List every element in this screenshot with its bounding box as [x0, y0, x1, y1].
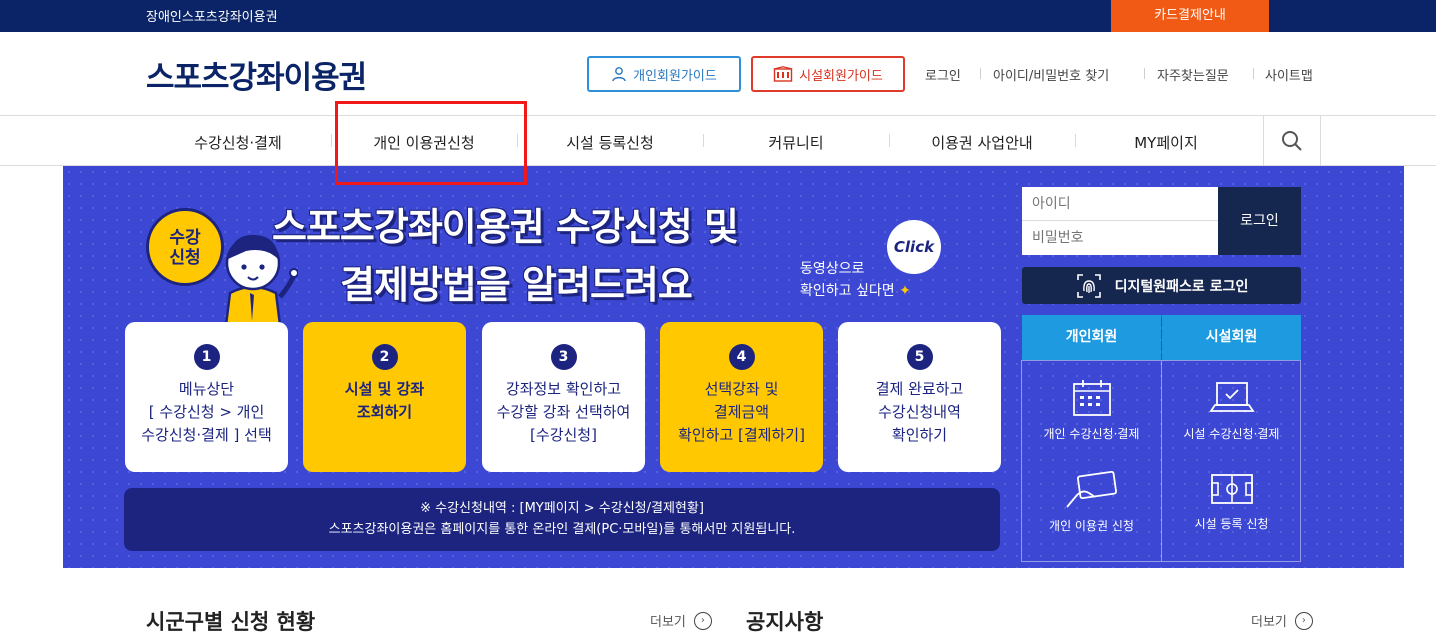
personal-guide-label: 개인회원가이드 — [633, 68, 717, 84]
step-text: 시설 및 강좌 조회하기 — [344, 380, 425, 421]
digital-onepass-label: 디지털원패스로 로그인 — [1114, 278, 1249, 295]
card-hand-icon — [1065, 471, 1117, 508]
nav-item-mypage[interactable]: MY페이지 — [1134, 132, 1198, 153]
quick-link-facility-course[interactable]: 시설 수강신청·결제 — [1162, 361, 1301, 461]
step-text: 메뉴상단 [ 수강신청 > 개인 수강신청·결제 ] 선택 — [141, 380, 272, 444]
nav-item-business-info[interactable]: 이용권 사업안내 — [931, 132, 1032, 153]
nav-divider — [1075, 134, 1076, 147]
top-strip: 장애인스포츠강좌이용권 카드결제안내 — [0, 0, 1436, 32]
nav-item-facility-registration[interactable]: 시설 등록신청 — [566, 132, 654, 153]
step-number: 4 — [728, 344, 755, 370]
step-number: 3 — [550, 344, 577, 370]
quick-link-label: 시설 수강신청·결제 — [1183, 427, 1280, 441]
step-card-1: 1 메뉴상단 [ 수강신청 > 개인 수강신청·결제 ] 선택 — [125, 322, 288, 472]
search-button[interactable] — [1263, 116, 1321, 166]
laptop-icon — [1208, 382, 1255, 412]
login-button[interactable]: 로그인 — [1218, 187, 1301, 255]
card-payment-button[interactable]: 카드결제안내 — [1111, 0, 1269, 32]
util-divider — [980, 68, 981, 79]
region-status-title: 시군구별 신청 현황 — [146, 610, 316, 633]
building-icon — [773, 66, 793, 82]
nav-divider — [331, 134, 332, 147]
site-name: 장애인스포츠강좌이용권 — [146, 10, 278, 25]
facility-guide-button[interactable]: 시설회원가이드 — [751, 56, 905, 92]
video-note-text: 동영상으로 확인하고 싶다면 — [800, 261, 895, 299]
personal-guide-button[interactable]: 개인회원가이드 — [587, 56, 741, 92]
nav-divider — [517, 134, 518, 147]
sports-field-icon — [1210, 474, 1253, 504]
util-login-link[interactable]: 로그인 — [925, 65, 961, 84]
util-divider — [1144, 68, 1145, 79]
facility-guide-label: 시설회원가이드 — [799, 68, 883, 84]
banner-notice-line-2: 스포츠강좌이용권은 홈페이지를 통한 온라인 결제(PC·모바일)를 통해서만 … — [328, 522, 796, 537]
nav-divider — [889, 134, 890, 147]
course-badge-text: 수강 신청 — [169, 228, 201, 268]
quick-link-personal-voucher[interactable]: 개인 이용권 신청 — [1022, 461, 1161, 561]
tab-facility-member[interactable]: 시설회원 — [1162, 315, 1301, 360]
site-logo[interactable]: 스포츠강좌이용권 — [146, 52, 367, 97]
main-navigation: 수강신청·결제 개인 이용권신청 시설 등록신청 커뮤니티 이용권 사업안내 M… — [0, 115, 1436, 166]
password-input[interactable] — [1022, 221, 1218, 255]
video-note: 동영상으로 확인하고 싶다면 ✦ — [800, 258, 911, 302]
step-text: 선택강좌 및 결제금액 확인하고 [결제하기] — [678, 380, 805, 444]
quick-link-personal-course[interactable]: 개인 수강신청·결제 — [1022, 361, 1161, 461]
region-status-more-link[interactable]: 더보기 › — [650, 611, 712, 630]
util-faq-link[interactable]: 자주찾는질문 — [1157, 65, 1229, 84]
quick-link-label: 개인 이용권 신청 — [1049, 519, 1134, 533]
quick-link-label: 개인 수강신청·결제 — [1043, 427, 1140, 441]
nav-divider — [703, 134, 704, 147]
banner-notice: ※ 수강신청내역 : [MY페이지 > 수강신청/결제현황] 스포츠강좌이용권은… — [124, 488, 1000, 551]
util-sitemap-link[interactable]: 사이트맵 — [1265, 65, 1313, 84]
fingerprint-icon — [1076, 273, 1101, 298]
step-card-4: 4 선택강좌 및 결제금액 확인하고 [결제하기] — [660, 322, 823, 472]
chevron-right-icon: › — [1294, 611, 1313, 630]
banner-notice-line-1: ※ 수강신청내역 : [MY페이지 > 수강신청/결제현황] — [420, 501, 704, 516]
search-icon — [1282, 131, 1302, 151]
quick-link-facility-registration[interactable]: 시설 등록 신청 — [1162, 461, 1301, 561]
quick-link-label: 시설 등록 신청 — [1194, 517, 1269, 531]
nav-item-course-payment[interactable]: 수강신청·결제 — [194, 132, 282, 153]
quick-link-grid: 개인 수강신청·결제 시설 수강신청·결제 개인 이용권 신청 시설 등록 신청 — [1021, 360, 1301, 562]
calendar-icon — [1072, 380, 1111, 416]
step-card-3: 3 강좌정보 확인하고 수강할 강좌 선택하여 [수강신청] — [482, 322, 645, 472]
step-number: 2 — [371, 344, 398, 370]
notice-title: 공지사항 — [746, 610, 824, 633]
step-card-5: 5 결제 완료하고 수강신청내역 확인하기 — [838, 322, 1001, 472]
banner-headline-2: 결제방법을 알려드려요 — [340, 263, 693, 307]
notice-more-link[interactable]: 더보기 › — [1251, 611, 1313, 630]
more-label: 더보기 — [1251, 615, 1287, 630]
nav-item-personal-voucher[interactable]: 개인 이용권신청 — [373, 132, 474, 153]
nav-item-community[interactable]: 커뮤니티 — [768, 132, 823, 153]
digital-onepass-login-button[interactable]: 디지털원패스로 로그인 — [1022, 267, 1301, 304]
more-label: 더보기 — [650, 615, 686, 630]
step-card-2: 2 시설 및 강좌 조회하기 — [303, 322, 466, 472]
util-divider — [1253, 68, 1254, 79]
star-icon: ✦ — [899, 283, 911, 299]
util-find-account-link[interactable]: 아이디/비밀번호 찾기 — [993, 65, 1109, 84]
step-number: 5 — [906, 344, 933, 370]
tab-personal-member[interactable]: 개인회원 — [1022, 315, 1161, 360]
id-input[interactable] — [1022, 187, 1218, 221]
banner-headline-1: 스포츠강좌이용권 수강신청 및 — [272, 205, 739, 249]
person-icon — [612, 67, 626, 82]
step-text: 결제 완료하고 수강신청내역 확인하기 — [875, 380, 964, 444]
step-number: 1 — [193, 344, 220, 370]
step-text: 강좌정보 확인하고 수강할 강좌 선택하여 [수강신청] — [496, 380, 631, 444]
chevron-right-icon: › — [693, 611, 712, 630]
